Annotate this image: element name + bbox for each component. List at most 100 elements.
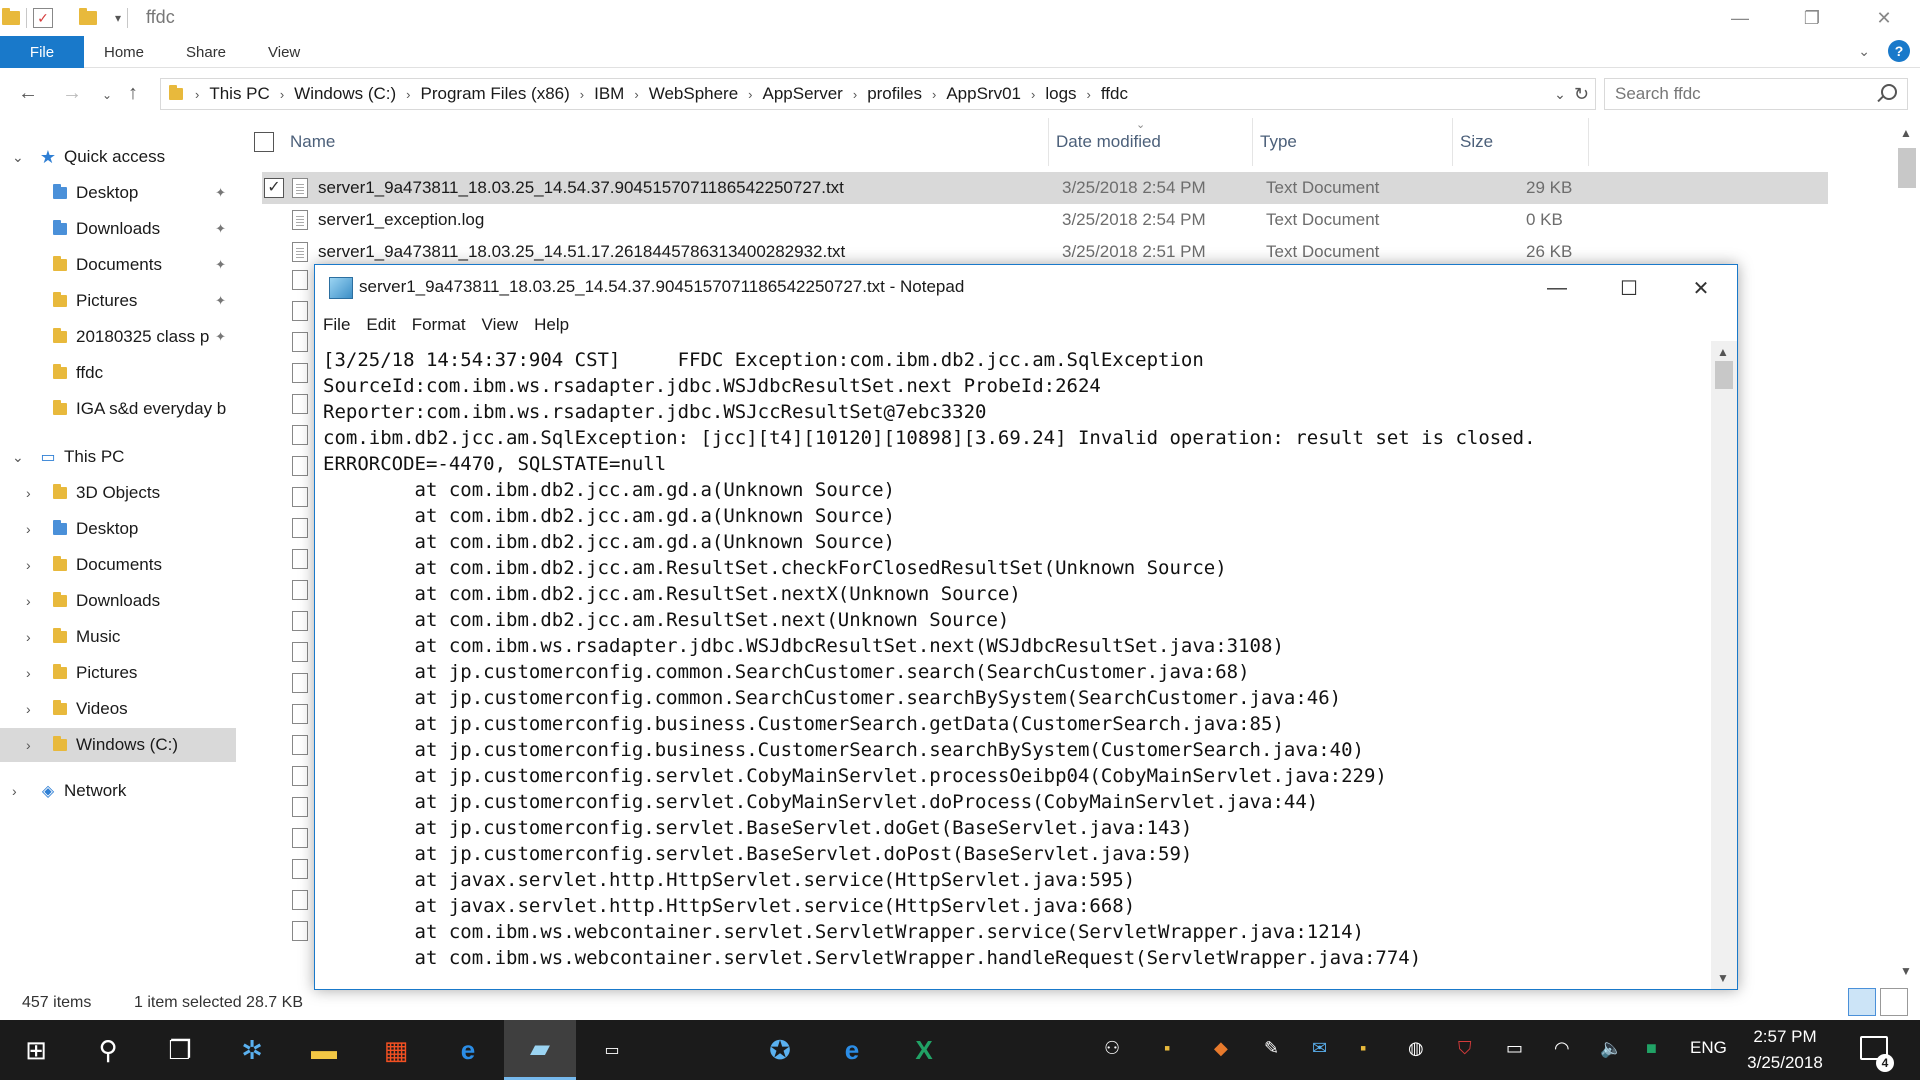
chevron-right-icon[interactable]: › xyxy=(26,557,31,573)
chevron-down-icon[interactable]: ⌄ xyxy=(12,449,24,466)
notepad-taskbar-icon[interactable]: ▰ xyxy=(504,1020,576,1080)
notepad-menu-item[interactable]: File xyxy=(323,315,350,335)
excel-icon[interactable]: X xyxy=(888,1020,960,1080)
column-header-date[interactable]: Date modified xyxy=(1056,118,1161,166)
tray-monitor-icon[interactable]: ■ xyxy=(1646,1038,1657,1059)
battery-icon[interactable]: ▭ xyxy=(1506,1038,1523,1059)
breadcrumb-item[interactable]: AppServer xyxy=(757,84,849,104)
chevron-right-icon[interactable]: › xyxy=(26,593,31,609)
tray-globe-icon[interactable]: ◍ xyxy=(1408,1038,1424,1059)
breadcrumb-separator-icon[interactable]: › xyxy=(630,87,642,102)
forward-icon[interactable]: → xyxy=(62,82,82,105)
nav-quick-item[interactable]: Documents ✦ xyxy=(0,248,236,282)
search-icon[interactable] xyxy=(1881,84,1897,100)
store-icon[interactable]: ▦ xyxy=(360,1020,432,1080)
file-row[interactable]: ✓ server1_9a473811_18.03.25_14.54.37.9045… xyxy=(262,172,1828,204)
expand-ribbon-icon[interactable]: ⌄ xyxy=(1858,43,1870,60)
wifi-icon[interactable]: ◠ xyxy=(1554,1038,1570,1059)
scroll-thumb[interactable] xyxy=(1715,361,1733,389)
notepad-maximize-button[interactable]: ☐ xyxy=(1593,265,1665,311)
scroll-thumb[interactable] xyxy=(1898,148,1916,188)
nav-quick-item[interactable]: Pictures ✦ xyxy=(0,284,236,318)
tray-app-icon[interactable]: ▪ xyxy=(1360,1038,1366,1059)
nav-pc-item[interactable]: › Windows (C:) xyxy=(0,728,236,762)
breadcrumb-separator-icon[interactable]: › xyxy=(928,87,940,102)
people-icon[interactable]: ⚇ xyxy=(1104,1038,1120,1059)
notepad-minimize-button[interactable]: — xyxy=(1521,265,1593,311)
column-header-size[interactable]: Size xyxy=(1460,118,1493,166)
tab-share[interactable]: Share xyxy=(186,36,226,68)
command-prompt-icon[interactable]: ▭ xyxy=(576,1020,648,1080)
nav-quick-item[interactable]: Desktop ✦ xyxy=(0,176,236,210)
details-view-button[interactable] xyxy=(1848,988,1876,1016)
nav-pc-item[interactable]: › Videos xyxy=(0,692,236,726)
text-file-icon[interactable] xyxy=(292,642,308,662)
breadcrumb-separator-icon[interactable]: › xyxy=(1083,87,1095,102)
tab-file[interactable]: File xyxy=(0,36,84,68)
breadcrumb-item[interactable]: AppSrv01 xyxy=(940,84,1027,104)
nav-quick-access[interactable]: ⌄ ★ Quick access xyxy=(0,140,236,174)
text-file-icon[interactable] xyxy=(292,704,308,724)
app-store-icon[interactable]: ✪ xyxy=(744,1020,816,1080)
language-indicator[interactable]: ENG xyxy=(1690,1038,1727,1058)
column-header-type[interactable]: Type xyxy=(1260,118,1297,166)
file-explorer-icon[interactable]: ▬ xyxy=(288,1020,360,1080)
pin-icon[interactable]: ✦ xyxy=(215,257,226,273)
help-icon[interactable]: ? xyxy=(1888,40,1910,62)
breadcrumb-item[interactable]: This PC xyxy=(203,84,275,104)
nav-quick-item[interactable]: IGA s&d everyday b xyxy=(0,392,236,426)
pin-icon[interactable]: ✦ xyxy=(215,293,226,309)
chevron-right-icon[interactable]: › xyxy=(26,665,31,681)
nav-pc-item[interactable]: › Pictures xyxy=(0,656,236,690)
tray-app-icon[interactable]: ▪ xyxy=(1164,1038,1170,1059)
notepad-menu-item[interactable]: View xyxy=(482,315,519,335)
back-icon[interactable]: ← xyxy=(18,82,38,105)
chevron-right-icon[interactable]: › xyxy=(12,783,17,799)
breadcrumb-item[interactable]: Windows (C:) xyxy=(288,84,402,104)
text-file-icon[interactable] xyxy=(292,580,308,600)
mail-icon[interactable]: ✉ xyxy=(1312,1038,1327,1059)
nav-network[interactable]: › ◈ Network xyxy=(0,774,236,808)
text-file-icon[interactable] xyxy=(292,332,308,352)
chevron-right-icon[interactable]: › xyxy=(26,485,31,501)
nav-quick-item[interactable]: Downloads ✦ xyxy=(0,212,236,246)
chevron-down-icon[interactable]: ⌄ xyxy=(12,149,24,166)
clock[interactable]: 2:57 PM 3/25/2018 xyxy=(1730,1024,1840,1076)
pin-icon[interactable]: ✦ xyxy=(215,329,226,345)
text-file-icon[interactable] xyxy=(292,487,308,507)
shield-icon[interactable]: ⛉ xyxy=(1458,1038,1472,1059)
scroll-up-icon[interactable]: ▲ xyxy=(1900,126,1912,140)
breadcrumb-item[interactable]: ffdc xyxy=(1095,84,1134,104)
nav-pc-item[interactable]: › Desktop xyxy=(0,512,236,546)
nav-pc-item[interactable]: › Music xyxy=(0,620,236,654)
nav-quick-item[interactable]: ffdc xyxy=(0,356,236,390)
text-file-icon[interactable] xyxy=(292,797,308,817)
text-file-icon[interactable] xyxy=(292,301,308,321)
text-file-icon[interactable] xyxy=(292,549,308,569)
file-row[interactable]: server1_exception.log 3/25/2018 2:54 PM Te… xyxy=(262,204,1828,236)
breadcrumb-separator-icon[interactable]: › xyxy=(276,87,288,102)
volume-icon[interactable]: 🔈 xyxy=(1600,1038,1622,1059)
maximize-button[interactable]: ❐ xyxy=(1776,0,1848,36)
text-file-icon[interactable] xyxy=(292,363,308,383)
column-header-name[interactable]: Name xyxy=(290,118,335,166)
text-file-icon[interactable] xyxy=(292,456,308,476)
text-file-icon[interactable] xyxy=(292,921,308,941)
task-view-icon[interactable]: ❐ xyxy=(144,1020,216,1080)
nav-this-pc[interactable]: ⌄ ▭ This PC xyxy=(0,440,236,474)
chevron-right-icon[interactable]: › xyxy=(26,701,31,717)
pin-icon[interactable]: ✦ xyxy=(215,185,226,201)
scroll-down-icon[interactable]: ▼ xyxy=(1900,964,1912,978)
nav-quick-item[interactable]: 20180325 class p ✦ xyxy=(0,320,236,354)
breadcrumb-separator-icon[interactable]: › xyxy=(191,87,203,102)
nav-pc-item[interactable]: › Downloads xyxy=(0,584,236,618)
edge-icon[interactable]: e xyxy=(432,1020,504,1080)
tab-home[interactable]: Home xyxy=(104,36,144,68)
text-file-icon[interactable] xyxy=(292,828,308,848)
text-file-icon[interactable] xyxy=(292,735,308,755)
chevron-right-icon[interactable]: › xyxy=(26,737,31,753)
minimize-button[interactable]: — xyxy=(1704,0,1776,36)
chevron-right-icon[interactable]: › xyxy=(26,629,31,645)
text-file-icon[interactable] xyxy=(292,425,308,445)
select-all-checkbox[interactable] xyxy=(254,132,274,152)
